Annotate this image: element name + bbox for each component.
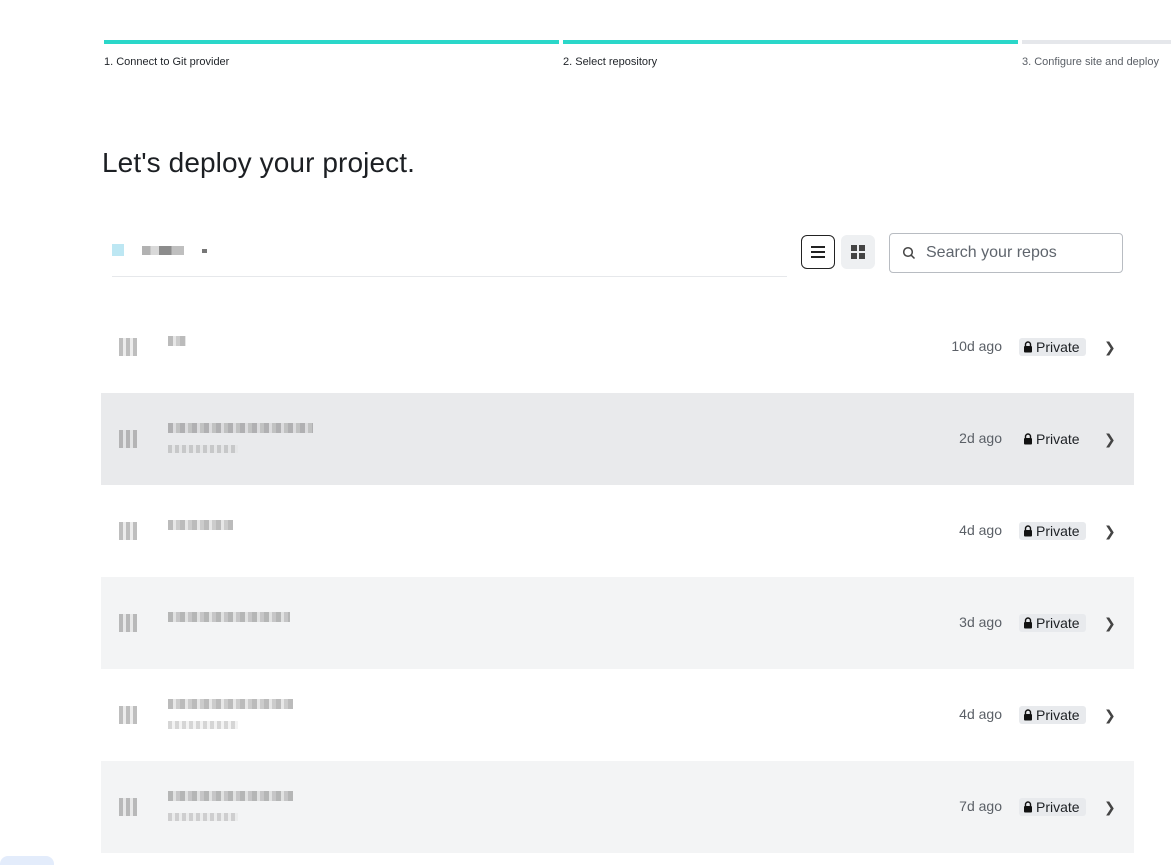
help-button[interactable] — [0, 856, 54, 865]
repo-name-redacted — [168, 699, 293, 709]
repo-row[interactable]: 3d ago Private ❯ — [101, 577, 1134, 669]
step-progress-bar — [1022, 40, 1171, 44]
lock-icon — [1024, 525, 1032, 537]
repo-subtitle-redacted — [168, 813, 238, 821]
step-progress-bar — [563, 40, 1018, 44]
chevron-right-icon: ❯ — [1104, 339, 1116, 355]
lock-icon — [1024, 433, 1032, 445]
list-icon — [811, 246, 825, 258]
visibility-label: Private — [1036, 523, 1080, 539]
repo-row[interactable]: 10d ago Private ❯ — [101, 301, 1134, 393]
step-progress-bar — [104, 40, 559, 44]
repo-name-redacted — [168, 791, 293, 801]
repo-avatar-icon — [119, 430, 137, 448]
repo-name-redacted — [168, 612, 290, 622]
visibility-label: Private — [1036, 707, 1080, 723]
lock-icon — [1024, 801, 1032, 813]
repo-name-redacted — [168, 423, 313, 433]
repo-updated-time: 4d ago — [959, 706, 1002, 722]
lock-icon — [1024, 341, 1032, 353]
repo-avatar-icon — [119, 706, 137, 724]
repo-row[interactable]: 4d ago Private ❯ — [101, 669, 1134, 761]
repo-name-redacted — [168, 520, 233, 530]
repo-row[interactable]: 2d ago Private ❯ — [101, 393, 1134, 485]
lock-icon — [1024, 617, 1032, 629]
visibility-label: Private — [1036, 339, 1080, 355]
step-connect-git: 1. Connect to Git provider — [104, 40, 563, 70]
step-configure-deploy: 3. Configure site and deploy — [1022, 40, 1171, 70]
search-icon — [902, 246, 916, 260]
view-toggle — [801, 235, 875, 269]
list-view-button[interactable] — [801, 235, 835, 269]
visibility-badge: Private — [1019, 614, 1086, 632]
repo-subtitle-redacted — [168, 721, 238, 729]
chevron-right-icon: ❯ — [1104, 615, 1116, 631]
repo-avatar-icon — [119, 522, 137, 540]
chevron-right-icon: ❯ — [1104, 523, 1116, 539]
page-title: Let's deploy your project. — [102, 147, 416, 178]
chevron-right-icon: ❯ — [1104, 431, 1116, 447]
repo-search[interactable] — [889, 233, 1123, 273]
account-selector[interactable] — [112, 234, 787, 277]
step-select-repository: 2. Select repository — [563, 40, 1022, 70]
step-label: 2. Select repository — [563, 56, 658, 68]
chevron-down-icon — [202, 249, 207, 253]
repo-avatar-icon — [119, 798, 137, 816]
visibility-badge: Private — [1019, 430, 1086, 448]
visibility-label: Private — [1036, 799, 1080, 815]
visibility-label: Private — [1036, 615, 1080, 631]
repo-updated-time: 2d ago — [959, 430, 1002, 446]
progress-stepper: 1. Connect to Git provider 2. Select rep… — [104, 40, 1171, 70]
grid-icon — [851, 245, 865, 259]
visibility-badge: Private — [1019, 798, 1086, 816]
chevron-right-icon: ❯ — [1104, 799, 1116, 815]
visibility-label: Private — [1036, 431, 1080, 447]
chevron-right-icon: ❯ — [1104, 707, 1116, 723]
repo-updated-time: 10d ago — [951, 338, 1002, 354]
visibility-badge: Private — [1019, 522, 1086, 540]
repo-updated-time: 4d ago — [959, 522, 1002, 538]
repo-avatar-icon — [119, 338, 137, 356]
account-avatar — [112, 244, 124, 256]
repo-updated-time: 3d ago — [959, 614, 1002, 630]
lock-icon — [1024, 709, 1032, 721]
visibility-badge: Private — [1019, 338, 1086, 356]
step-label: 3. Configure site and deploy — [1022, 56, 1159, 68]
account-name-redacted — [142, 246, 184, 255]
repo-subtitle-redacted — [168, 445, 238, 453]
repo-name-redacted — [168, 336, 186, 346]
repo-avatar-icon — [119, 614, 137, 632]
repo-updated-time: 7d ago — [959, 798, 1002, 814]
search-input[interactable] — [924, 243, 1118, 263]
grid-view-button[interactable] — [841, 235, 875, 269]
step-label: 1. Connect to Git provider — [104, 56, 230, 68]
visibility-badge: Private — [1019, 706, 1086, 724]
repo-list: 10d ago Private ❯ 2d ago Private ❯ 4d ag… — [101, 301, 1134, 853]
repo-row[interactable]: 7d ago Private ❯ — [101, 761, 1134, 853]
repo-row[interactable]: 4d ago Private ❯ — [101, 485, 1134, 577]
